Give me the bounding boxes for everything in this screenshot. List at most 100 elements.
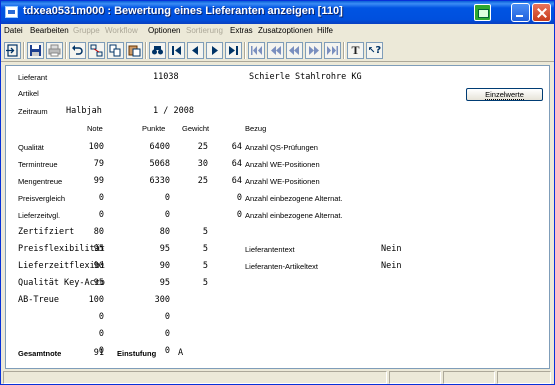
- last-record-icon[interactable]: [225, 42, 242, 59]
- menu-gruppe[interactable]: Gruppe: [73, 26, 100, 35]
- punkte-value: 0: [164, 210, 170, 220]
- help-question-icon: ?: [375, 45, 382, 56]
- einstufung-label: Einstufung: [117, 349, 157, 358]
- artikel-label: Artikel: [18, 89, 39, 98]
- form-content: Lieferant 11038 Schierle Stahlrohre KG A…: [5, 65, 550, 369]
- copy-icon[interactable]: [107, 42, 124, 59]
- einstufung-value: A: [178, 348, 184, 358]
- zeitraum-label: Zeitraum: [18, 107, 48, 116]
- cut-icon[interactable]: [88, 42, 105, 59]
- menu-optionen[interactable]: Optionen: [148, 26, 180, 35]
- previous-page-icon[interactable]: [286, 42, 303, 59]
- menu-zusatzoptionen[interactable]: Zusatzoptionen: [258, 26, 313, 35]
- bezug-text: Lieferanten-Artikeltext: [245, 262, 318, 271]
- criterion-label: AB-Treue: [18, 295, 59, 305]
- punkte-value: 6400: [149, 142, 170, 152]
- note-value[interactable]: 0: [76, 329, 104, 339]
- note-value[interactable]: 95: [76, 244, 104, 254]
- bezug-value: 0: [236, 210, 242, 220]
- bezug-text: Anzahl QS-Prüfungen: [245, 143, 318, 152]
- gewicht-value[interactable]: 25: [184, 176, 208, 186]
- bezug-text: Anzahl einbezogene Alternat.: [245, 194, 343, 203]
- lieferant-name: Schierle Stahlrohre KG: [249, 72, 362, 82]
- punkte-value: 80: [159, 227, 170, 237]
- next-page-icon[interactable]: [305, 42, 322, 59]
- menu-hilfe[interactable]: Hilfe: [317, 26, 333, 35]
- menu-sortierung[interactable]: Sortierung: [186, 26, 223, 35]
- note-value[interactable]: 0: [76, 312, 104, 322]
- bezug-text: Lieferantentext: [245, 245, 295, 254]
- gesamtnote-value: 91: [93, 348, 104, 358]
- print-icon[interactable]: [46, 42, 63, 59]
- gesamtnote-label: Gesamtnote: [18, 349, 62, 358]
- column-bezug: Bezug: [245, 124, 267, 133]
- previous-group-icon[interactable]: [267, 42, 284, 59]
- punkte-value: 5068: [149, 159, 170, 169]
- column-punkte: Punkte: [142, 124, 166, 133]
- gewicht-value[interactable]: 5: [184, 244, 208, 254]
- bezug-flag[interactable]: Nein: [381, 244, 401, 254]
- criterion-label: Qualität: [18, 143, 44, 152]
- punkte-value: 6330: [149, 176, 170, 186]
- help-button[interactable]: ↖?: [366, 42, 383, 59]
- status-panel-2: [389, 371, 441, 384]
- note-value[interactable]: 99: [76, 176, 104, 186]
- note-value[interactable]: 95: [76, 278, 104, 288]
- einzelwerte-label: Einzelwerte: [485, 90, 524, 100]
- lieferant-label: Lieferant: [18, 73, 48, 82]
- punkte-value: 0: [164, 329, 170, 339]
- minimize-button[interactable]: [511, 3, 530, 22]
- menu-extras[interactable]: Extras: [230, 26, 253, 35]
- status-panel-3: [443, 371, 495, 384]
- punkte-value: 90: [159, 261, 170, 271]
- first-record-icon[interactable]: [168, 42, 185, 59]
- previous-record-icon[interactable]: [187, 42, 204, 59]
- undo-icon[interactable]: [69, 42, 86, 59]
- punkte-value: 95: [159, 244, 170, 254]
- gewicht-value[interactable]: 30: [184, 159, 208, 169]
- column-note: Note: [87, 124, 103, 133]
- gewicht-value[interactable]: 5: [184, 278, 208, 288]
- printer-icon[interactable]: [474, 4, 491, 21]
- bezug-value: 0: [236, 193, 242, 203]
- bezug-value: 64: [231, 159, 242, 169]
- menu-workflow[interactable]: Workflow: [105, 26, 138, 35]
- exit-icon[interactable]: [4, 42, 21, 59]
- window-title: tdxea0531m000 : Bewertung eines Lieferan…: [23, 5, 343, 17]
- note-value[interactable]: 79: [76, 159, 104, 169]
- note-value[interactable]: 0: [76, 193, 104, 203]
- next-record-icon[interactable]: [206, 42, 223, 59]
- punkte-value: 95: [159, 278, 170, 288]
- punkte-value: 0: [164, 312, 170, 322]
- lieferant-code[interactable]: 11038: [153, 72, 179, 82]
- bezug-value: 64: [231, 142, 242, 152]
- save-icon[interactable]: [27, 42, 44, 59]
- menu-bearbeiten[interactable]: Bearbeiten: [30, 26, 69, 35]
- criterion-label: Termintreue: [18, 160, 58, 169]
- first-group-icon[interactable]: [248, 42, 265, 59]
- menu-bar: Datei Bearbeiten Gruppe Workflow Optione…: [1, 24, 554, 39]
- close-button[interactable]: [532, 3, 551, 22]
- find-icon[interactable]: [149, 42, 166, 59]
- note-value[interactable]: 90: [76, 261, 104, 271]
- application-window: tdxea0531m000 : Bewertung eines Lieferan…: [0, 0, 555, 385]
- title-bar[interactable]: tdxea0531m000 : Bewertung eines Lieferan…: [1, 1, 554, 24]
- note-value[interactable]: 100: [76, 142, 104, 152]
- zeitraum-typ[interactable]: Halbjah: [66, 106, 102, 116]
- last-group-icon[interactable]: [324, 42, 341, 59]
- status-bar: [1, 369, 554, 384]
- paste-icon[interactable]: [126, 42, 143, 59]
- gewicht-value[interactable]: 25: [184, 142, 208, 152]
- zeitraum-wert[interactable]: 1 / 2008: [153, 106, 194, 116]
- einzelwerte-button[interactable]: Einzelwerte: [466, 88, 543, 101]
- status-panel-4: [497, 371, 551, 384]
- note-value[interactable]: 0: [76, 210, 104, 220]
- text-button[interactable]: T: [347, 42, 364, 59]
- note-value[interactable]: 100: [76, 295, 104, 305]
- note-value[interactable]: 80: [76, 227, 104, 237]
- menu-datei[interactable]: Datei: [4, 26, 23, 35]
- gewicht-value[interactable]: 5: [184, 227, 208, 237]
- bezug-flag[interactable]: Nein: [381, 261, 401, 271]
- gewicht-value[interactable]: 5: [184, 261, 208, 271]
- bezug-text: Anzahl einbezogene Alternat.: [245, 211, 343, 220]
